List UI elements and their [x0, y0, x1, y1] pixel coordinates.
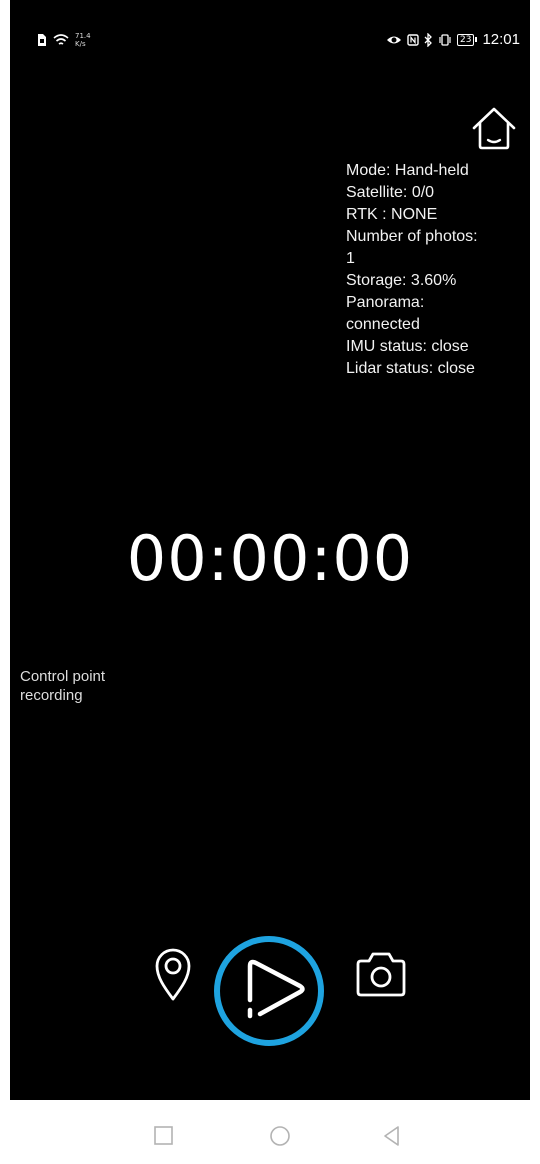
panorama-value: connected	[346, 316, 420, 333]
recent-apps-icon	[154, 1126, 173, 1145]
network-speed: 71.4 K/s	[75, 32, 91, 48]
imu-status-text: IMU status: close	[346, 338, 469, 355]
back-button[interactable]	[378, 1122, 406, 1150]
battery-tip	[475, 37, 478, 42]
battery-level: 23	[457, 33, 475, 46]
network-speed-unit: K/s	[75, 40, 86, 48]
panorama-label: Panorama:	[346, 294, 425, 311]
navigation-bar	[0, 1104, 540, 1164]
network-speed-value: 71.4	[75, 32, 91, 40]
recent-apps-button[interactable]	[150, 1122, 178, 1150]
vibrate-icon	[438, 33, 452, 47]
status-bar: 71.4 K/s 23 12:01	[10, 0, 530, 80]
bluetooth-icon	[424, 32, 433, 47]
app-screen: 71.4 K/s 23 12:01 Mode: Hand-held Satell…	[10, 0, 530, 1100]
status-time: 12:01	[482, 31, 520, 48]
eye-icon	[386, 34, 402, 46]
satellite-text: Satellite: 0/0	[346, 184, 435, 201]
home-icon	[472, 107, 516, 150]
mode-text: Mode: Hand-held	[346, 162, 469, 179]
play-icon	[247, 959, 305, 1019]
status-left: 71.4 K/s	[36, 32, 91, 48]
sim-icon	[36, 33, 47, 47]
battery-icon: 23	[457, 33, 478, 46]
wifi-icon	[53, 33, 69, 47]
camera-icon	[356, 952, 406, 997]
home-circle-icon	[270, 1126, 290, 1146]
device-info-panel: Mode: Hand-held Satellite: 0/0 RTK : NON…	[346, 160, 530, 380]
home-nav-button[interactable]	[266, 1122, 294, 1150]
photos-label: Number of photos:	[346, 228, 478, 245]
location-button[interactable]	[152, 944, 194, 1002]
rtk-text: RTK : NONE	[346, 206, 438, 223]
status-right: 23 12:01	[386, 31, 520, 48]
control-point-recording-button[interactable]: Control point recording	[20, 667, 160, 705]
photos-value: 1	[346, 250, 355, 267]
camera-button[interactable]	[352, 948, 410, 1000]
lidar-status-text: Lidar status: close	[346, 360, 475, 377]
home-button[interactable]	[470, 104, 518, 152]
recording-timer: 00:00:00	[126, 522, 414, 595]
storage-text: Storage: 3.60%	[346, 272, 457, 289]
nfc-icon	[407, 33, 419, 46]
back-icon	[384, 1126, 399, 1146]
location-pin-icon	[155, 948, 191, 1001]
play-button[interactable]	[238, 954, 308, 1026]
